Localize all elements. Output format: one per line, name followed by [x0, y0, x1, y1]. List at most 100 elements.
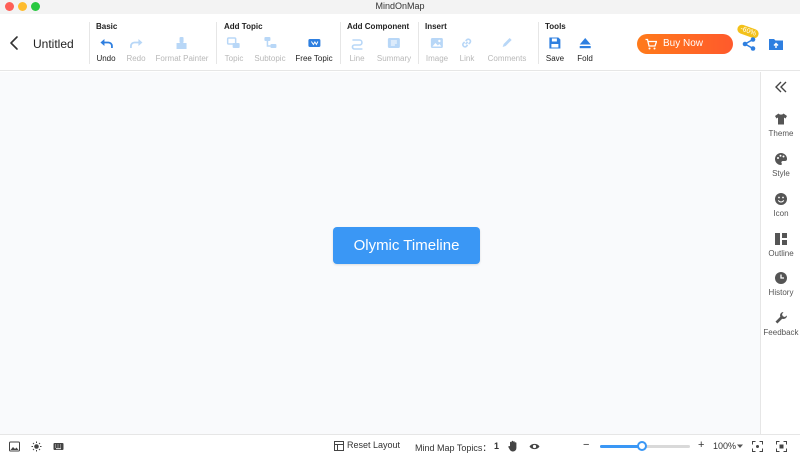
panel-item-feedback[interactable]: Feedback	[761, 311, 800, 337]
undo-button[interactable]: Undo	[96, 36, 116, 63]
eye-icon[interactable]	[529, 441, 540, 452]
shirt-icon	[775, 113, 787, 125]
toolbar: Untitled Basic Undo Redo Format Painter …	[0, 14, 800, 71]
style-label: Style	[772, 169, 790, 178]
subtopic-icon	[263, 37, 276, 48]
layout-icon	[334, 441, 344, 451]
title-bar: MindOnMap	[0, 0, 800, 14]
link-label: Link	[459, 54, 475, 63]
redo-label: Redo	[126, 54, 146, 63]
zoom-in-button[interactable]: +	[698, 439, 704, 451]
group-label-add-component: Add Component	[347, 22, 410, 31]
panel-item-theme[interactable]: Theme	[761, 112, 800, 138]
topic-icon	[227, 37, 240, 48]
smiley-icon	[775, 193, 787, 205]
pen-icon	[503, 38, 512, 47]
icon-label: Icon	[773, 209, 789, 218]
outline-label: Outline	[768, 249, 794, 258]
divider	[340, 22, 341, 64]
redo-icon	[129, 39, 142, 48]
line-icon	[351, 39, 363, 50]
zoom-slider-fill	[600, 445, 643, 448]
export-folder-icon[interactable]	[768, 36, 784, 52]
fold-button[interactable]: Fold	[577, 36, 593, 63]
topics-label: Mind Map Topics：	[415, 443, 492, 453]
summary-icon	[387, 38, 400, 48]
feedback-label: Feedback	[763, 328, 799, 337]
fit-screen-icon[interactable]	[752, 441, 763, 452]
panel-item-style[interactable]: Style	[761, 152, 800, 178]
link-button[interactable]: Link	[459, 36, 475, 63]
right-panel: Theme Style Icon Outline History Feedbac…	[760, 72, 800, 434]
topic-label: Topic	[224, 54, 244, 63]
back-arrow-icon[interactable]	[6, 34, 24, 52]
eject-icon	[579, 38, 591, 49]
panel-item-icon[interactable]: Icon	[761, 192, 800, 218]
window-title: MindOnMap	[375, 1, 425, 11]
line-label: Line	[349, 54, 365, 63]
collapse-panel-icon[interactable]	[773, 80, 789, 94]
image-icon	[430, 38, 443, 48]
topic-button[interactable]: Topic	[224, 36, 244, 63]
keyboard-icon[interactable]	[53, 441, 64, 452]
redo-button[interactable]: Redo	[126, 36, 146, 63]
theme-label: Theme	[768, 129, 794, 138]
panel-item-history[interactable]: History	[761, 271, 800, 297]
chevron-down-icon[interactable]	[737, 444, 743, 449]
free-topic-button[interactable]: Free Topic	[295, 36, 333, 63]
subtopic-label: Subtopic	[254, 54, 286, 63]
comments-button[interactable]: Comments	[487, 36, 527, 63]
hand-icon[interactable]	[507, 440, 519, 452]
history-label: History	[768, 288, 794, 297]
zoom-slider-knob[interactable]	[637, 441, 648, 451]
divider	[89, 22, 90, 64]
share-icon[interactable]	[741, 36, 757, 52]
fold-label: Fold	[577, 54, 593, 63]
brush-icon	[177, 37, 187, 49]
cart-icon	[645, 38, 657, 50]
sun-icon[interactable]	[31, 441, 42, 452]
zoom-slider[interactable]	[600, 441, 690, 451]
save-button[interactable]: Save	[546, 36, 564, 63]
outline-icon	[775, 233, 787, 245]
mind-map-canvas[interactable]: Olymic Timeline	[0, 72, 760, 434]
summary-button[interactable]: Summary	[377, 36, 411, 63]
group-label-add-topic: Add Topic	[224, 22, 263, 31]
link-icon	[462, 38, 472, 48]
format-painter-button[interactable]: Format Painter	[155, 36, 209, 63]
format-painter-label: Format Painter	[155, 54, 209, 63]
undo-label: Undo	[96, 54, 116, 63]
clock-icon	[775, 272, 787, 284]
summary-label: Summary	[376, 54, 412, 63]
group-label-basic: Basic	[96, 22, 118, 31]
zoom-out-button[interactable]: −	[583, 439, 589, 451]
zoom-value: 100%	[713, 441, 737, 451]
comments-label: Comments	[487, 54, 527, 63]
free-topic-icon	[307, 39, 320, 47]
palette-icon	[775, 153, 787, 165]
wrench-icon	[775, 312, 787, 324]
reset-layout-label: Reset Layout	[347, 440, 401, 450]
central-topic[interactable]: Olymic Timeline	[333, 227, 480, 264]
line-button[interactable]: Line	[349, 36, 365, 63]
group-label-tools: Tools	[545, 22, 566, 31]
divider	[216, 22, 217, 64]
save-label: Save	[545, 54, 565, 63]
divider	[418, 22, 419, 64]
panel-item-outline[interactable]: Outline	[761, 232, 800, 258]
image-label: Image	[425, 54, 449, 63]
fullscreen-icon[interactable]	[776, 441, 787, 452]
topics-count: 1	[494, 441, 500, 451]
status-bar: Reset Layout Mind Map Topics： 1 − + 100%	[0, 434, 800, 456]
undo-icon	[100, 39, 113, 48]
buy-now-button[interactable]: Buy Now	[637, 34, 733, 54]
subtopic-button[interactable]: Subtopic	[254, 36, 286, 63]
image-view-icon[interactable]	[9, 441, 20, 452]
divider	[538, 22, 539, 64]
document-title[interactable]: Untitled	[33, 37, 74, 51]
free-topic-label: Free Topic	[295, 54, 333, 63]
save-icon	[549, 37, 561, 49]
buy-now-label: Buy Now	[663, 38, 704, 49]
image-button[interactable]: Image	[426, 36, 448, 63]
group-label-insert: Insert	[425, 22, 447, 31]
